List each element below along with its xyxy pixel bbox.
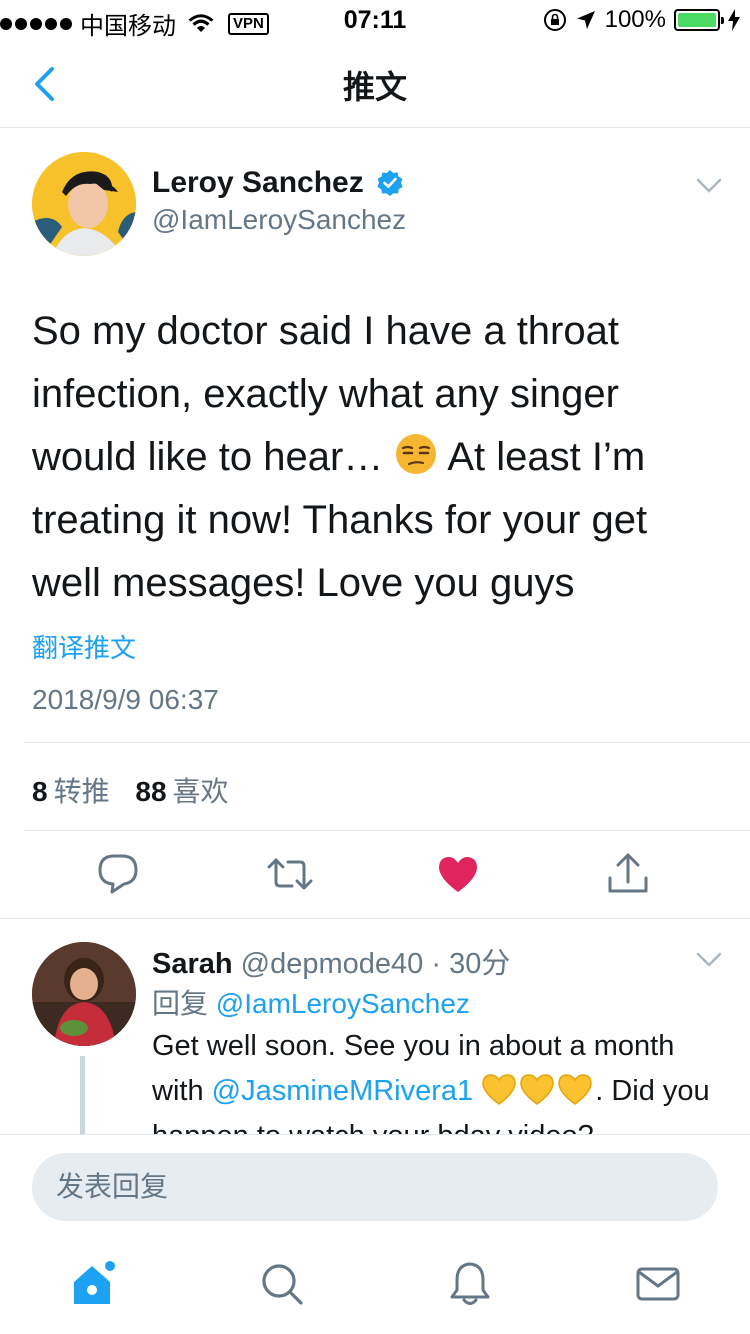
author-name-text: Leroy Sanchez (152, 166, 364, 199)
tab-messages[interactable] (634, 1260, 682, 1308)
divider (24, 742, 750, 743)
reply-header: Sarah @depmode40 · 30分 (152, 940, 510, 982)
share-icon (608, 853, 648, 893)
status-bar: 中国移动 VPN 07:11 100% (0, 0, 750, 40)
reply-avatar[interactable] (32, 942, 136, 1046)
heart-icon (439, 856, 477, 892)
battery-percent: 100% (604, 6, 666, 33)
tweet-actions (0, 830, 750, 920)
reply-author-name[interactable]: Sarah (152, 948, 233, 980)
likes-count: 88 (135, 776, 167, 807)
home-icon (74, 1261, 115, 1304)
bell-icon (450, 1262, 490, 1305)
tab-notifications[interactable] (446, 1260, 494, 1308)
reply-input[interactable]: 发表回复 (32, 1153, 718, 1221)
divider (0, 918, 750, 919)
unamused-face-icon (396, 434, 437, 474)
location-arrow-icon (576, 11, 595, 29)
tweet-options-button[interactable] (696, 178, 722, 199)
navigation-bar: 推文 (0, 40, 750, 128)
reply-avatar-illustration (32, 942, 136, 1046)
chevron-down-icon (696, 952, 722, 967)
share-button[interactable] (606, 852, 650, 896)
replying-to: 回复 @IamLeroySanchez (152, 982, 470, 1022)
mail-icon (636, 1267, 680, 1301)
retweets-count: 8 (32, 776, 48, 807)
yellow-heart-icon (558, 1074, 592, 1105)
retweet-icon (267, 858, 313, 890)
reply-time: 30分 (449, 948, 511, 980)
likes-stat[interactable]: 88 喜欢 (135, 776, 228, 807)
likes-label: 喜欢 (172, 776, 229, 807)
author-name[interactable]: Leroy Sanchez (152, 166, 404, 200)
reply-author-handle[interactable]: @depmode40 (241, 948, 424, 980)
search-icon (262, 1264, 303, 1305)
reply-bubble-icon (98, 854, 138, 894)
status-right: 100% (543, 6, 740, 34)
battery-icon (674, 9, 724, 31)
reply-button[interactable] (96, 852, 140, 896)
reply-separator: · (431, 948, 442, 980)
page-title: 推文 (342, 69, 407, 105)
tweet-timestamp: 2018/9/9 06:37 (32, 684, 219, 715)
compose-reply-bar: 发表回复 (0, 1134, 750, 1234)
replying-label: 回复 (152, 988, 209, 1019)
tab-home[interactable] (70, 1260, 118, 1308)
tab-search[interactable] (258, 1260, 306, 1308)
reply-options-button[interactable] (696, 952, 722, 973)
bottom-tab-bar (0, 1234, 750, 1334)
retweet-button[interactable] (266, 852, 313, 896)
reply-mention-link[interactable]: @JasmineMRivera1 (212, 1075, 474, 1107)
translate-tweet-link[interactable]: 翻译推文 (32, 628, 136, 665)
orientation-lock-icon (543, 9, 566, 31)
yellow-heart-icon (482, 1074, 516, 1105)
charging-bolt-icon (728, 9, 740, 31)
tweet-text: So my doctor said I have a throat infect… (32, 300, 722, 615)
verified-badge-icon (377, 170, 403, 196)
thread-line (80, 1056, 85, 1134)
retweets-label: 转推 (53, 776, 110, 807)
like-button[interactable] (436, 852, 480, 896)
author-avatar[interactable] (32, 152, 136, 256)
yellow-heart-icon (520, 1074, 554, 1105)
avatar-illustration (32, 152, 136, 256)
reply-text: Get well soon. See you in about a month … (152, 1024, 722, 1134)
chevron-down-icon (696, 178, 722, 193)
retweets-stat[interactable]: 8 转推 (32, 776, 128, 807)
reply-tweet[interactable]: Sarah @depmode40 · 30分 回复 @IamLeroySanch… (0, 920, 750, 1134)
tweet-stats: 8 转推 88 喜欢 (32, 770, 229, 810)
replying-to-handle[interactable]: @IamLeroySanchez (216, 988, 470, 1019)
author-handle[interactable]: @IamLeroySanchez (152, 204, 406, 236)
